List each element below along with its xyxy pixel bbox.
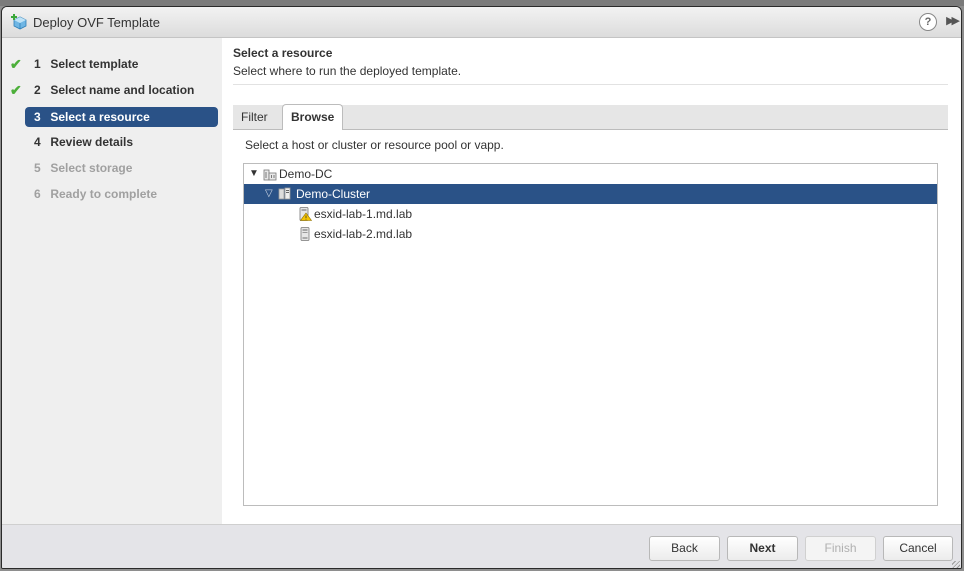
host-warning-icon	[299, 207, 312, 221]
step-select-name-and-location[interactable]: 2 Select name and location	[25, 80, 218, 100]
step-select-a-resource[interactable]: 3 Select a resource	[25, 107, 218, 127]
wizard-steps-sidebar: ✔ 1 Select template ✔ 2 Select name and …	[2, 38, 222, 524]
tree-label: esxid-lab-1.md.lab	[314, 207, 413, 221]
step-number: 3	[34, 110, 41, 124]
back-button[interactable]: Back	[649, 536, 720, 561]
main-content: Select a resource Select where to run th…	[222, 38, 961, 524]
tab-bar: Filter Browse	[233, 104, 948, 130]
expand-toggle-icon[interactable]: ▽	[265, 184, 273, 204]
dialog-title: Deploy OVF Template	[33, 15, 160, 30]
tab-browse[interactable]: Browse	[282, 104, 344, 130]
step-select-template[interactable]: 1 Select template	[25, 54, 218, 74]
help-icon[interactable]: ?	[919, 13, 937, 31]
expand-toggle-icon[interactable]: ▼	[249, 164, 259, 184]
cluster-icon	[278, 187, 291, 200]
step-number: 5	[34, 161, 41, 175]
step-label: Review details	[50, 135, 134, 149]
deploy-ovf-icon	[11, 14, 27, 30]
next-button[interactable]: Next	[727, 536, 798, 561]
deploy-ovf-dialog: Deploy OVF Template ? ▶▶ ✔ 1 Select temp…	[1, 6, 962, 569]
step-review-details[interactable]: 4 Review details	[25, 132, 218, 152]
wizard-footer: Back Next Finish Cancel	[2, 524, 961, 568]
resize-grip[interactable]	[952, 561, 960, 568]
host-icon	[300, 227, 310, 241]
checkmark-icon: ✔	[10, 82, 22, 98]
tree-row-host[interactable]: esxid-lab-1.md.lab	[244, 204, 937, 224]
inventory-tree: ▼ Demo-DC ▽ Demo-Cluster esxid-lab-1.md.…	[243, 163, 938, 506]
tree-row-cluster[interactable]: ▽ Demo-Cluster	[244, 184, 937, 204]
step-ready-to-complete: 6 Ready to complete	[25, 184, 218, 204]
tree-label: esxid-lab-2.md.lab	[314, 227, 413, 241]
step-label: Select storage	[50, 161, 133, 175]
step-number: 2	[34, 83, 41, 97]
page-subtitle: Select where to run the deployed templat…	[233, 64, 462, 78]
step-number: 6	[34, 187, 41, 201]
tree-label: Demo-Cluster	[296, 187, 371, 201]
title-bar: Deploy OVF Template ? ▶▶	[2, 7, 961, 38]
datacenter-icon	[263, 169, 277, 181]
divider	[233, 84, 948, 85]
page-title: Select a resource	[233, 46, 333, 60]
step-number: 4	[34, 135, 41, 149]
step-label: Select template	[50, 57, 139, 71]
double-chevron-right-icon[interactable]: ▶▶	[946, 14, 960, 27]
tab-filter[interactable]: Filter	[233, 105, 276, 130]
finish-button: Finish	[805, 536, 876, 561]
step-label: Select name and location	[50, 83, 195, 97]
step-select-storage: 5 Select storage	[25, 158, 218, 178]
checkmark-icon: ✔	[10, 56, 22, 72]
instruction-text: Select a host or cluster or resource poo…	[245, 138, 504, 152]
tree-row-host[interactable]: esxid-lab-2.md.lab	[244, 224, 937, 244]
step-label: Ready to complete	[50, 187, 158, 201]
step-label: Select a resource	[50, 110, 150, 124]
cancel-button[interactable]: Cancel	[883, 536, 953, 561]
tree-row-datacenter[interactable]: ▼ Demo-DC	[244, 164, 937, 184]
step-number: 1	[34, 57, 41, 71]
tree-label: Demo-DC	[279, 167, 333, 181]
